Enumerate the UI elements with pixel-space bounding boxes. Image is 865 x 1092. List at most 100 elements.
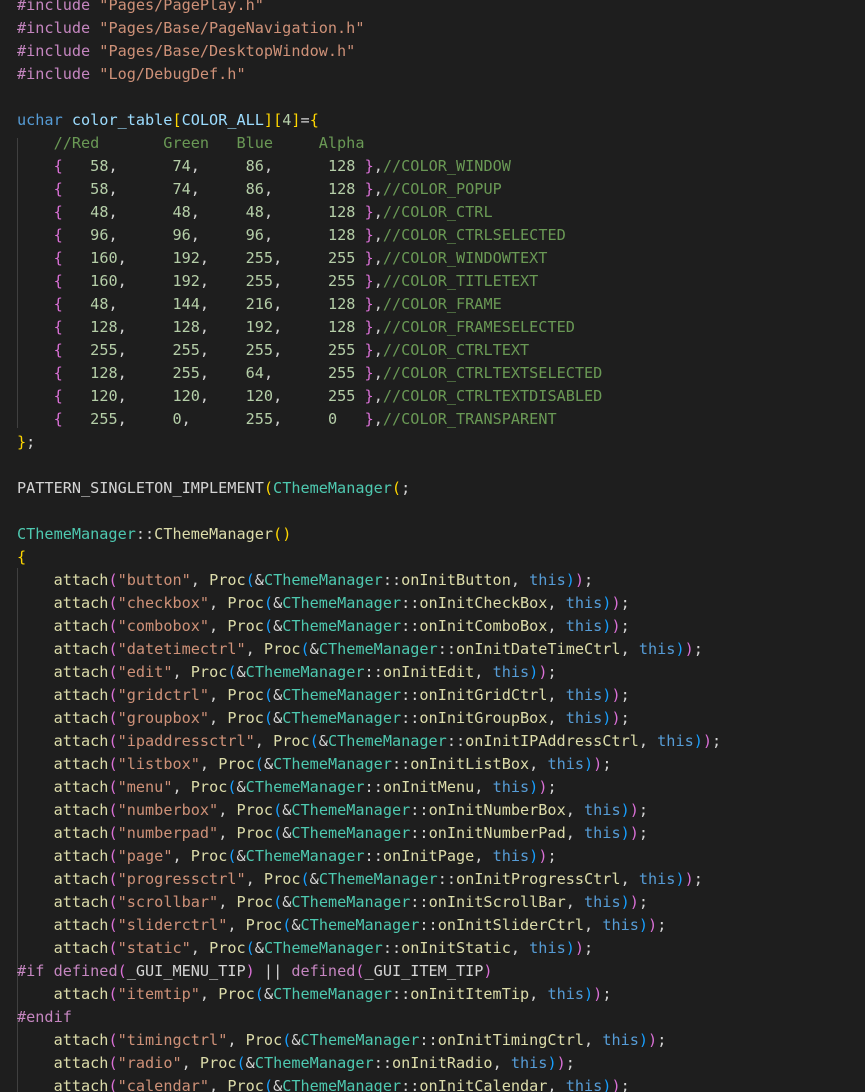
code-line[interactable]: { 48, 48, 48, 128 },//COLOR_CTRL (17, 201, 493, 224)
code-line[interactable]: attach("menu", Proc(&CThemeManager::onIn… (17, 776, 557, 799)
code-token: , (199, 985, 219, 1003)
code-token: { (53, 318, 63, 336)
code-token: :: (382, 939, 402, 957)
code-line[interactable]: { 160, 192, 255, 255 },//COLOR_TITLETEXT (17, 270, 539, 293)
code-token: onInitGroupBox (419, 709, 548, 727)
code-line[interactable]: }; (17, 431, 35, 454)
code-line[interactable]: PATTERN_SINGLETON_IMPLEMENT(CThemeManage… (17, 477, 410, 500)
code-token: ( (355, 962, 365, 980)
code-token: attach (53, 893, 109, 911)
code-line[interactable]: attach("numberbox", Proc(&CThemeManager:… (17, 799, 648, 822)
code-token: ( (117, 962, 127, 980)
code-line[interactable]: attach("gridctrl", Proc(&CThemeManager::… (17, 684, 630, 707)
code-line[interactable]: { 58, 74, 86, 128 },//COLOR_POPUP (17, 178, 502, 201)
code-token: :: (364, 778, 383, 796)
code-token: :: (410, 801, 429, 819)
code-line[interactable]: { (17, 546, 26, 569)
code-line[interactable]: attach("datetimectrl", Proc(&CThemeManag… (17, 638, 703, 661)
code-token: onInitPage (382, 847, 475, 865)
code-line[interactable]: //Red Green Blue Alpha (17, 132, 365, 155)
code-line[interactable]: { 48, 144, 216, 128 },//COLOR_FRAME (17, 293, 502, 316)
code-token: ( (227, 778, 237, 796)
code-line[interactable]: #if defined(_GUI_MENU_TIP) || defined(_G… (17, 960, 493, 983)
code-token: , (172, 847, 191, 865)
code-token: { (53, 226, 63, 244)
code-line[interactable]: attach("button", Proc(&CThemeManager::on… (17, 569, 594, 592)
code-token: 192 (172, 272, 200, 290)
code-line[interactable]: { 128, 255, 64, 255 },//COLOR_CTRLTEXTSE… (17, 362, 603, 385)
code-line[interactable]: attach("groupbox", Proc(&CThemeManager::… (17, 707, 630, 730)
code-token: ; (638, 824, 649, 842)
code-token: , (199, 249, 246, 267)
code-token: attach (53, 663, 109, 681)
code-line[interactable]: attach("page", Proc(&CThemeManager::onIn… (17, 845, 557, 868)
code-line[interactable]: #include "Pages/Base/PageNavigation.h" (17, 17, 364, 40)
code-token: onInitGridCtrl (419, 686, 548, 704)
code-token: attach (53, 870, 109, 888)
code-line[interactable]: #endif (17, 1006, 72, 1029)
code-token: ) (648, 916, 658, 934)
code-line[interactable]: attach("checkbox", Proc(&CThemeManager::… (17, 592, 630, 615)
code-line[interactable]: uchar color_table[COLOR_ALL][4]={ (17, 109, 319, 132)
code-token: , (209, 709, 228, 727)
code-line[interactable] (17, 86, 26, 109)
code-line[interactable] (17, 500, 26, 523)
code-line[interactable]: attach("listbox", Proc(&CThemeManager::o… (17, 753, 612, 776)
code-token: ( (245, 571, 255, 589)
code-token: CThemeManager (245, 847, 365, 865)
code-line[interactable]: attach("progressctrl", Proc(&CThemeManag… (17, 868, 703, 891)
code-token: } (364, 364, 374, 382)
code-editor[interactable]: #include "Pages/PagePlay.h" #include "Pag… (0, 0, 865, 1092)
code-line[interactable]: { 96, 96, 96, 128 },//COLOR_CTRLSELECTED (17, 224, 566, 247)
code-line[interactable]: attach("calendar", Proc(&CThemeManager::… (17, 1075, 630, 1092)
code-token: , (547, 709, 566, 727)
code-line[interactable]: attach("itemtip", Proc(&CThemeManager::o… (17, 983, 612, 1006)
code-token: "menu" (117, 778, 173, 796)
code-line[interactable]: #include "Log/DebugDef.h" (17, 63, 246, 86)
code-token: CThemeManager (282, 686, 402, 704)
code-line[interactable]: attach("edit", Proc(&CThemeManager::onIn… (17, 661, 557, 684)
code-line[interactable]: { 160, 192, 255, 255 },//COLOR_WINDOWTEX… (17, 247, 548, 270)
code-line[interactable]: { 58, 74, 86, 128 },//COLOR_WINDOW (17, 155, 511, 178)
code-line[interactable]: { 255, 255, 255, 255 },//COLOR_CTRLTEXT (17, 339, 530, 362)
code-token: , (209, 686, 228, 704)
code-line[interactable]: attach("static", Proc(&CThemeManager::on… (17, 937, 594, 960)
code-token: this (584, 893, 621, 911)
code-line[interactable]: { 128, 128, 192, 128 },//COLOR_FRAMESELE… (17, 316, 575, 339)
code-token: ; (547, 847, 557, 865)
code-line[interactable]: attach("combobox", Proc(&CThemeManager::… (17, 615, 630, 638)
code-token: , (199, 341, 246, 359)
code-line[interactable]: { 120, 120, 120, 255 },//COLOR_CTRLTEXTD… (17, 385, 603, 408)
code-token: :: (446, 732, 466, 750)
code-line[interactable]: CThemeManager::CThemeManager() (17, 523, 291, 546)
code-token: ) (483, 962, 493, 980)
code-token: ( (227, 663, 237, 681)
code-line[interactable]: attach("radio", Proc(&CThemeManager::onI… (17, 1052, 575, 1075)
code-token: , (638, 732, 658, 750)
code-line[interactable]: #include "Pages/PagePlay.h" (17, 0, 264, 17)
code-token: ; (638, 801, 649, 819)
code-token: ; (620, 594, 630, 612)
code-token: { (53, 387, 63, 405)
code-line[interactable] (17, 454, 26, 477)
code-token: :: (410, 824, 429, 842)
code-token: onInitIPAddressCtrl (465, 732, 639, 750)
code-token: :: (401, 686, 420, 704)
code-line[interactable]: attach("numberpad", Proc(&CThemeManager:… (17, 822, 648, 845)
code-token: ; (584, 939, 594, 957)
code-token: attach (53, 847, 109, 865)
code-line[interactable]: { 255, 0, 255, 0 },//COLOR_TRANSPARENT (17, 408, 557, 431)
code-line[interactable]: attach("scrollbar", Proc(&CThemeManager:… (17, 891, 648, 914)
code-line[interactable]: #include "Pages/Base/DesktopWindow.h" (17, 40, 355, 63)
code-line[interactable]: attach("timingctrl", Proc(&CThemeManager… (17, 1029, 667, 1052)
code-token: 96 (172, 226, 191, 244)
code-line[interactable]: attach("sliderctrl", Proc(&CThemeManager… (17, 914, 667, 937)
code-line[interactable]: attach("ipaddressctrl", Proc(&CThemeMana… (17, 730, 722, 753)
code-token: onInitCheckBox (419, 594, 548, 612)
